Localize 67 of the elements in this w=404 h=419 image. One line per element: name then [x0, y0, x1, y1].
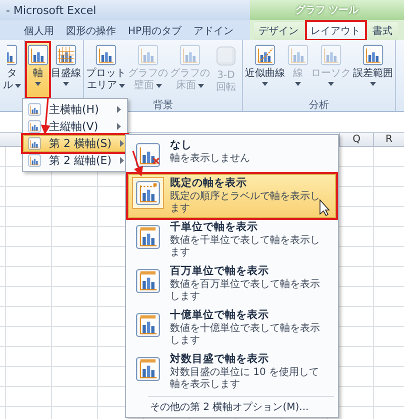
- bar-chart-icon: [28, 154, 41, 167]
- ribbon-tab[interactable]: HP用のタブ: [123, 21, 187, 40]
- trendline-icon: [254, 44, 276, 66]
- option-description: 数値を十億単位で表して軸を表示します: [170, 323, 320, 347]
- ribbon-button[interactable]: 軸: [26, 42, 50, 98]
- ribbon-tab[interactable]: レイアウト: [306, 21, 366, 40]
- bar-chart-icon: [6, 44, 18, 66]
- bar-chart-icon: [137, 44, 159, 66]
- option-title: 十億単位で軸を表示: [170, 309, 270, 322]
- submenu-arrow-icon: [117, 123, 121, 130]
- ribbon-tab[interactable]: 書式: [368, 21, 398, 40]
- annotation-arrow: [40, 98, 50, 135]
- bar-chart-icon: [27, 44, 49, 66]
- ribbon-tab[interactable]: アドイン: [188, 21, 239, 40]
- menu-option[interactable]: 百万単位で軸を表示 数値を百万単位で表して軸を表示します: [128, 262, 336, 306]
- bar-chart-icon: [28, 137, 41, 150]
- option-description: 軸を表示しません: [170, 153, 251, 165]
- bar-chart-icon: [287, 44, 309, 66]
- menu-option[interactable]: 既定の軸を表示 既定の順序とラベルで軸を表示します: [128, 174, 336, 218]
- cube-icon: [214, 44, 238, 68]
- annotation-arrow: [132, 150, 144, 177]
- column-header[interactable]: R: [373, 133, 404, 146]
- ribbon-button[interactable]: 誤差範囲: [352, 42, 394, 98]
- bar-chart-icon: [362, 44, 384, 66]
- menu-option[interactable]: 対数目盛で軸を表示 対数目盛の単位に 10 を使用して軸を表示します: [128, 350, 336, 394]
- option-title: 百万単位で軸を表示: [170, 265, 270, 278]
- axis-chart-icon: [135, 180, 161, 206]
- submenu-arrow-icon: [120, 157, 124, 164]
- submenu-arrow-icon: [117, 106, 121, 113]
- bar-chart-icon: [320, 44, 342, 66]
- ribbon-tab[interactable]: デザイン: [254, 21, 304, 40]
- axis-chart-icon: [135, 142, 161, 168]
- group-label: 分析: [309, 100, 329, 111]
- option-title: 千単位で軸を表示: [170, 221, 259, 234]
- axis-chart-icon: [135, 312, 161, 338]
- group-label: 背景: [153, 100, 173, 111]
- option-description: 対数目盛の単位に 10 を使用して軸を表示します: [170, 367, 320, 391]
- menu-item[interactable]: 主横軸(H): [23, 101, 127, 118]
- submenu-arrow-icon: [120, 140, 124, 147]
- option-description: 既定の順序とラベルで軸を表示します: [170, 191, 320, 215]
- option-description: 数値を百万単位で表して軸を表示します: [170, 279, 320, 303]
- bar-chart-icon: [28, 120, 41, 133]
- menu-option[interactable]: なし 軸を表示しません: [128, 136, 336, 174]
- ribbon-button[interactable]: プロット エリア: [85, 42, 127, 98]
- bar-chart-icon: [179, 44, 201, 66]
- option-description: 数値を千単位で表して軸を表示します: [170, 235, 320, 259]
- ribbon-button[interactable]: 目盛線: [50, 42, 82, 98]
- axis-chart-icon: [135, 356, 161, 382]
- more-options-item[interactable]: その他の第 2 横軸オプション(M)...: [148, 396, 334, 416]
- option-title: 既定の軸を表示: [170, 177, 248, 190]
- ribbon-tab[interactable]: 個人用: [19, 21, 59, 40]
- bar-chart-icon: [95, 44, 117, 66]
- menu-option[interactable]: 十億単位で軸を表示 数値を十億単位で表して軸を表示します: [128, 306, 336, 350]
- ribbon-tab[interactable]: 図形の操作: [61, 21, 121, 40]
- menu-item[interactable]: 第 2 横軸(S): [23, 135, 127, 152]
- axis-chart-icon: [135, 268, 161, 294]
- window-title: - Microsoft Excel: [5, 4, 96, 16]
- option-title: 対数目盛で軸を表示: [170, 353, 270, 366]
- ribbon-button[interactable]: タ ル: [1, 42, 23, 98]
- axis-chart-icon: [135, 224, 161, 250]
- gridlines-icon: [55, 44, 77, 66]
- context-group-label: グラフ ツール: [250, 0, 404, 20]
- ribbon-button[interactable]: 近似曲線: [244, 42, 286, 98]
- bar-chart-icon: [28, 103, 41, 116]
- menu-option[interactable]: 千単位で軸を表示 数値を千単位で表して軸を表示します: [128, 218, 336, 262]
- mouse-cursor-icon: [319, 199, 330, 216]
- option-title: なし: [170, 139, 193, 152]
